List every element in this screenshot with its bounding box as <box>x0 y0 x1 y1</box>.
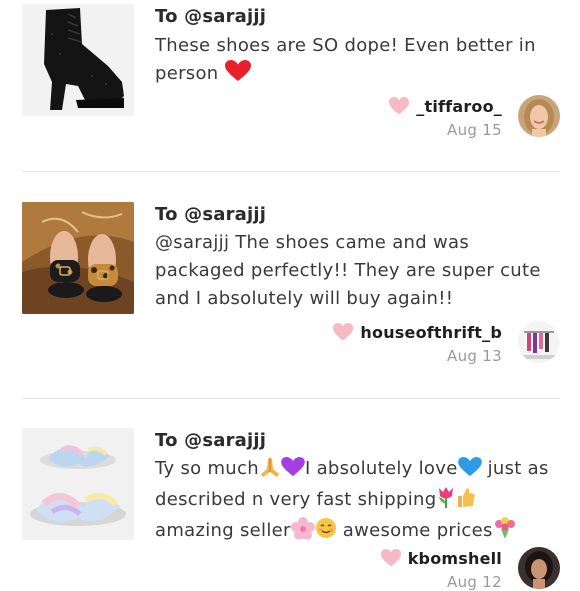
heart-icon[interactable] <box>380 549 401 567</box>
heart-icon[interactable] <box>389 97 410 115</box>
review-comment: Ty so much I absolutely love just as desc… <box>155 455 565 548</box>
username[interactable]: _tiffaroo_ <box>416 97 502 116</box>
product-thumbnail[interactable] <box>22 428 134 540</box>
thumbs-up-icon <box>456 486 476 517</box>
username[interactable]: kbomshell <box>408 549 502 568</box>
review-card: To @sarajjj These shoes are SO dope! Eve… <box>0 0 580 172</box>
review-author[interactable]: _tiffaroo_ <box>389 94 502 118</box>
heart-icon[interactable] <box>333 323 354 341</box>
review-comment: @sarajjj The shoes came and was packaged… <box>155 229 555 313</box>
comment-text: amazing seller <box>155 520 291 541</box>
avatar[interactable] <box>518 321 560 363</box>
blue-heart-icon <box>457 457 482 486</box>
smiling-face-icon <box>315 517 337 548</box>
folded-hands-icon <box>259 457 281 486</box>
review-date: Aug 13 <box>447 347 502 365</box>
review-recipient[interactable]: To @sarajjj <box>155 430 266 451</box>
comment-text: awesome prices <box>336 520 493 541</box>
avatar[interactable] <box>518 95 560 137</box>
review-recipient[interactable]: To @sarajjj <box>155 204 266 225</box>
red-heart-icon <box>224 60 251 91</box>
purple-heart-icon <box>281 457 305 486</box>
comment-text: I absolutely love <box>304 458 458 479</box>
review-date: Aug 12 <box>447 573 502 591</box>
review-comment: These shoes are SO dope! Even better in … <box>155 32 555 91</box>
comment-text: @sarajjj The shoes came and was packaged… <box>155 232 541 309</box>
review-date: Aug 15 <box>447 121 502 139</box>
comment-text: These shoes are SO dope! Even better in … <box>155 35 536 84</box>
comment-text: Ty so much <box>155 458 259 479</box>
cherry-blossom-icon <box>290 517 315 548</box>
review-card: To @sarajjj Ty so much I absolutely love … <box>0 398 580 591</box>
review-card: To @sarajjj @sarajjj The shoes came and … <box>0 172 580 399</box>
product-thumbnail[interactable] <box>22 4 134 116</box>
product-thumbnail[interactable] <box>22 202 134 314</box>
username[interactable]: houseofthrift_b <box>360 323 502 342</box>
review-recipient[interactable]: To @sarajjj <box>155 6 266 27</box>
tulip-icon <box>436 486 456 517</box>
bouquet-icon <box>493 517 517 548</box>
avatar[interactable] <box>518 547 560 589</box>
review-author[interactable]: houseofthrift_b <box>333 320 502 344</box>
review-author[interactable]: kbomshell <box>380 546 502 570</box>
